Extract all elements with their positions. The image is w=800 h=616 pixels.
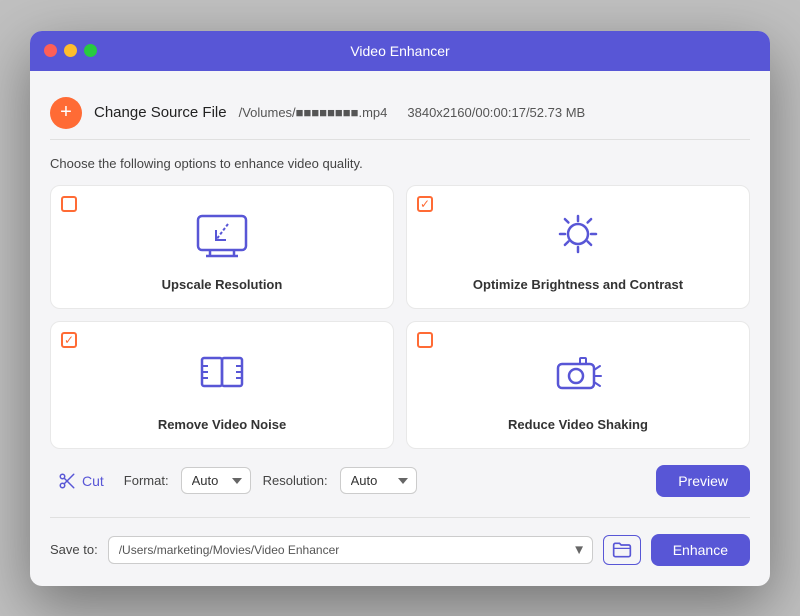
maximize-button[interactable] [84,44,97,57]
folder-icon [612,541,632,559]
format-select[interactable]: Auto MP4 MOV AVI MKV [181,467,251,494]
checkbox-checked-noise: ✓ [61,332,77,348]
option-noise-label: Remove Video Noise [158,417,286,432]
checkbox-unchecked-upscale [61,196,77,212]
option-brightness-label: Optimize Brightness and Contrast [473,277,683,292]
window-title: Video Enhancer [350,43,449,59]
checkbox-brightness[interactable]: ✓ [417,196,435,214]
file-path: /Volumes/■■■■■■■■.mp4 [239,105,388,120]
save-path-container: ▼ [108,536,593,564]
folder-browse-button[interactable] [603,535,641,565]
option-upscale[interactable]: Upscale Resolution [50,185,394,309]
instructions-text: Choose the following options to enhance … [50,156,750,171]
save-bar: Save to: ▼ Enhance [50,517,750,566]
save-path-dropdown-button[interactable]: ▼ [567,538,592,561]
cut-label: Cut [82,473,104,489]
option-upscale-label: Upscale Resolution [162,277,283,292]
traffic-lights [44,44,97,57]
format-label: Format: [124,473,169,488]
save-to-label: Save to: [50,542,98,557]
resolution-select[interactable]: Auto 720p 1080p 4K [340,467,417,494]
source-bar: + Change Source File /Volumes/■■■■■■■■.m… [50,87,750,140]
main-content: + Change Source File /Volumes/■■■■■■■■.m… [30,71,770,586]
app-window: Video Enhancer + Change Source File /Vol… [30,31,770,586]
checkbox-shaking[interactable] [417,332,435,350]
scissors-icon [58,472,76,490]
camera-shaking-icon [550,348,606,405]
titlebar: Video Enhancer [30,31,770,71]
brightness-icon [550,212,606,265]
preview-button[interactable]: Preview [656,465,750,497]
checkbox-checked-brightness: ✓ [417,196,433,212]
save-path-input[interactable] [109,537,567,563]
change-source-label: Change Source File [94,104,227,121]
toolbar: Cut Format: Auto MP4 MOV AVI MKV Resolut… [50,465,750,497]
checkbox-unchecked-shaking [417,332,433,348]
option-shaking[interactable]: Reduce Video Shaking [406,321,750,449]
option-brightness[interactable]: ✓ Optimize Brightness and [406,185,750,309]
checkbox-upscale[interactable] [61,196,79,214]
cut-button[interactable]: Cut [50,468,112,494]
film-noise-icon [194,348,250,405]
minimize-button[interactable] [64,44,77,57]
checkbox-noise[interactable]: ✓ [61,332,79,350]
option-noise[interactable]: ✓ Remove Video Noise [50,321,394,449]
add-source-button[interactable]: + [50,97,82,129]
monitor-upscale-icon [194,212,250,265]
resolution-label: Resolution: [263,473,328,488]
option-shaking-label: Reduce Video Shaking [508,417,648,432]
file-info: 3840x2160/00:00:17/52.73 MB [407,105,585,120]
enhance-button[interactable]: Enhance [651,534,750,566]
close-button[interactable] [44,44,57,57]
options-grid: Upscale Resolution ✓ [50,185,750,449]
